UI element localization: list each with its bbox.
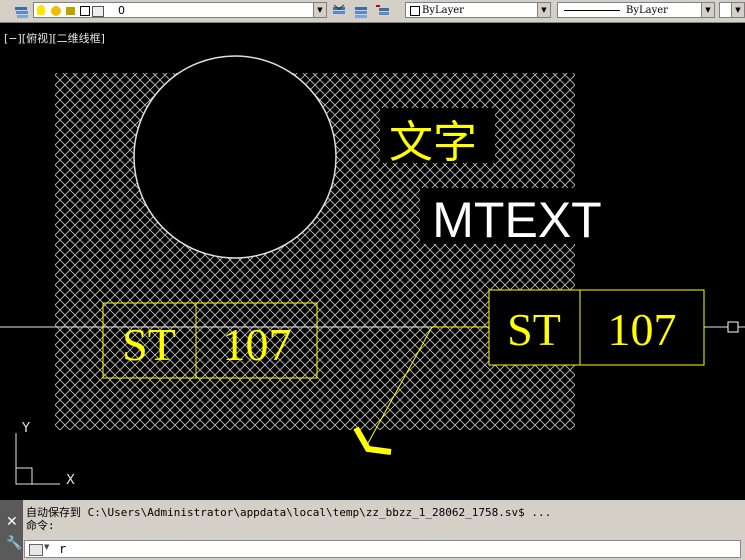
command-input[interactable]: ▼ r <box>24 540 741 558</box>
mtext-entity[interactable]: MTEXT <box>432 192 601 248</box>
color-dropdown[interactable]: ByLayer ▼ <box>405 2 551 18</box>
lock-icon <box>66 7 75 15</box>
text-entity-chinese[interactable]: 文字 <box>389 117 477 168</box>
chevron-down-icon[interactable]: ▼ <box>731 3 744 17</box>
block-left-attr-a: ST <box>122 319 176 370</box>
leader-arrowhead <box>353 426 392 455</box>
chevron-down-icon[interactable]: ▼ <box>44 543 49 551</box>
layer-properties-icon[interactable] <box>14 3 30 19</box>
chevron-down-icon[interactable]: ▼ <box>537 3 550 17</box>
command-input-value[interactable]: r <box>59 542 66 556</box>
sun-icon <box>51 6 61 16</box>
color-swatch-icon <box>80 6 90 16</box>
chevron-down-icon[interactable]: ▼ <box>701 3 714 17</box>
make-current-layer-icon[interactable] <box>331 3 347 19</box>
wrench-icon[interactable]: 🔧 <box>6 536 22 551</box>
ucs-icon: Y X <box>15 421 75 488</box>
bulb-icon <box>37 5 45 15</box>
plot-icon <box>92 6 104 17</box>
drawing-canvas[interactable]: ST 107 ST 107 文字 MTEXT Y X <box>0 22 745 500</box>
circle-entity[interactable] <box>133 55 337 259</box>
block-right-attr-a: ST <box>507 304 561 355</box>
history-line: 命令: <box>26 519 55 532</box>
command-prompt-icon[interactable] <box>29 544 43 556</box>
color-swatch-icon <box>410 6 420 16</box>
layer-previous-icon[interactable] <box>375 3 391 19</box>
lineweight-dropdown[interactable]: ▼ <box>719 2 745 18</box>
chevron-down-icon[interactable]: ▼ <box>313 3 326 17</box>
properties-toolbar: 0 ▼ ByLayer ▼ ByLayer ▼ ▼ <box>0 0 745 23</box>
command-history: 自动保存到 C:\Users\Administrator\appdata\loc… <box>26 506 551 532</box>
ucs-x-label: X <box>66 473 75 488</box>
layer-dropdown[interactable]: 0 ▼ <box>33 2 327 18</box>
linetype-line-icon <box>564 10 620 11</box>
layer-match-icon[interactable] <box>353 3 369 19</box>
layer-name: 0 <box>118 4 125 17</box>
linetype-dropdown[interactable]: ByLayer ▼ <box>557 2 715 18</box>
ucs-y-label: Y <box>21 421 30 436</box>
block-right-attr-b: 107 <box>608 304 677 355</box>
close-icon[interactable]: ✕ <box>6 514 18 530</box>
crosshair-pickbox <box>727 321 739 333</box>
block-left-attr-b: 107 <box>223 319 292 370</box>
block-right[interactable]: ST 107 <box>488 289 705 366</box>
viewport-controls[interactable]: [−][俯视][二维线框] <box>4 30 105 46</box>
history-line: 自动保存到 C:\Users\Administrator\appdata\loc… <box>26 506 552 519</box>
command-window-titlebar[interactable]: ✕ 🔧 <box>0 500 23 560</box>
